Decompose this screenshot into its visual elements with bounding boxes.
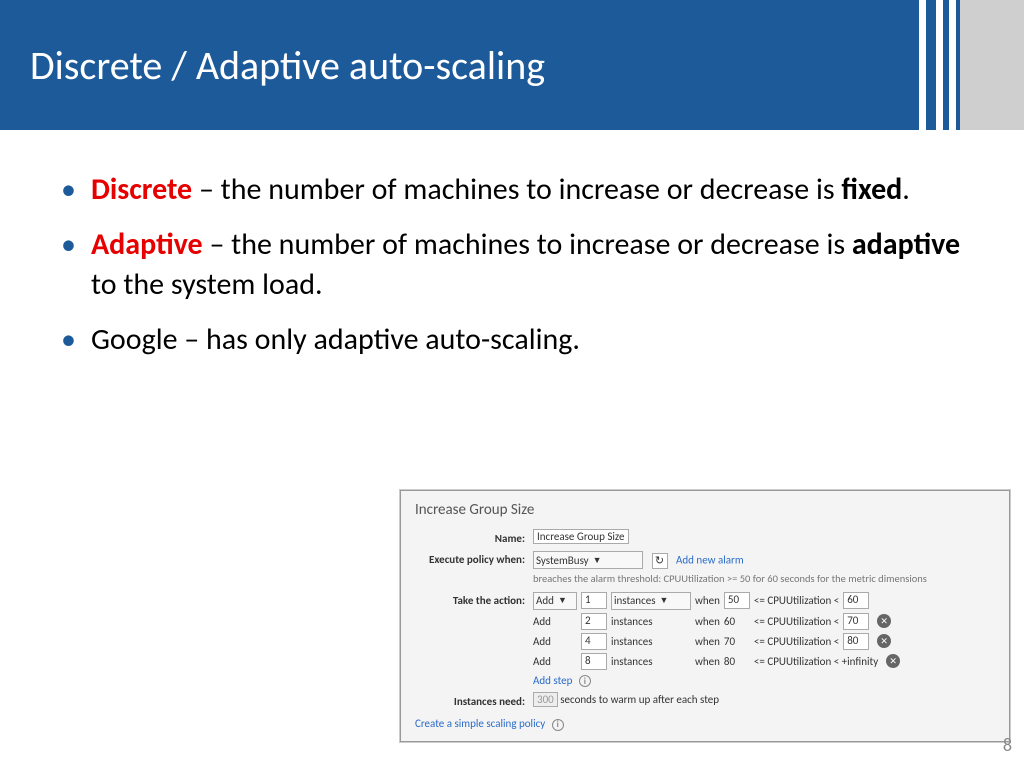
slide-body: Discrete – the number of machines to inc… <box>0 130 1024 360</box>
label-execute: Execute policy when: <box>415 551 533 566</box>
name-input[interactable]: Increase Group Size <box>533 529 629 544</box>
cpu-upper-input[interactable]: 60 <box>843 592 869 609</box>
keyword-discrete: Discrete <box>91 171 192 208</box>
bullet-google: Google – has only adaptive auto-scaling. <box>55 320 969 361</box>
count-input[interactable]: 2 <box>581 613 607 630</box>
add-step-link[interactable]: Add step <box>533 674 572 687</box>
op-select[interactable]: Add▼ <box>533 592 577 610</box>
warmup-input[interactable]: 300 <box>533 692 558 707</box>
panel-title: Increase Group Size <box>401 491 1009 527</box>
policy-select[interactable]: SystemBusy▼ <box>533 551 643 569</box>
remove-step-icon[interactable]: ✕ <box>886 654 900 668</box>
steps-container: Add▼ 1 instances▼ when 50 <= CPUUtilizat… <box>533 592 995 688</box>
header-stripes <box>889 0 1024 130</box>
chevron-down-icon: ▼ <box>558 595 567 606</box>
chevron-down-icon: ▼ <box>593 555 602 566</box>
info-icon[interactable]: i <box>552 719 564 731</box>
unit-select[interactable]: instances▼ <box>611 592 691 610</box>
label-instances-need: Instances need: <box>415 693 533 708</box>
page-number: 8 <box>1003 734 1012 756</box>
slide-title: Discrete / Adaptive auto-scaling <box>30 41 545 90</box>
slide-header: Discrete / Adaptive auto-scaling <box>0 0 1024 130</box>
breach-helper-text: breaches the alarm threshold: CPUUtiliza… <box>533 572 995 586</box>
cpu-upper-input[interactable]: 80 <box>843 633 869 650</box>
step-row: Add▼ 1 instances▼ when 50 <= CPUUtilizat… <box>533 592 995 610</box>
step-row: Add 8 instances when 80 <= CPUUtilizatio… <box>533 653 995 670</box>
bullet-adaptive: Adaptive – the number of machines to inc… <box>55 225 969 306</box>
info-icon[interactable]: i <box>579 675 591 687</box>
scaling-policy-panel: Increase Group Size Name: Increase Group… <box>400 490 1010 742</box>
label-name: Name: <box>415 530 533 545</box>
count-input[interactable]: 1 <box>581 592 607 609</box>
remove-step-icon[interactable]: ✕ <box>877 614 891 628</box>
count-input[interactable]: 4 <box>581 633 607 650</box>
remove-step-icon[interactable]: ✕ <box>877 634 891 648</box>
bullet-discrete: Discrete – the number of machines to inc… <box>55 170 969 211</box>
simple-scaling-link[interactable]: Create a simple scaling policy <box>415 717 545 730</box>
cpu-upper-input[interactable]: 70 <box>843 613 869 630</box>
label-action: Take the action: <box>415 592 533 607</box>
refresh-icon[interactable]: ↻ <box>652 553 668 569</box>
step-row: Add 4 instances when 70 <= CPUUtilizatio… <box>533 633 995 650</box>
when-input[interactable]: 50 <box>724 592 750 609</box>
keyword-adaptive: Adaptive <box>91 226 203 263</box>
add-alarm-link[interactable]: Add new alarm <box>676 554 744 567</box>
chevron-down-icon: ▼ <box>660 595 669 606</box>
count-input[interactable]: 8 <box>581 653 607 670</box>
step-row: Add 2 instances when 60 <= CPUUtilizatio… <box>533 613 995 630</box>
